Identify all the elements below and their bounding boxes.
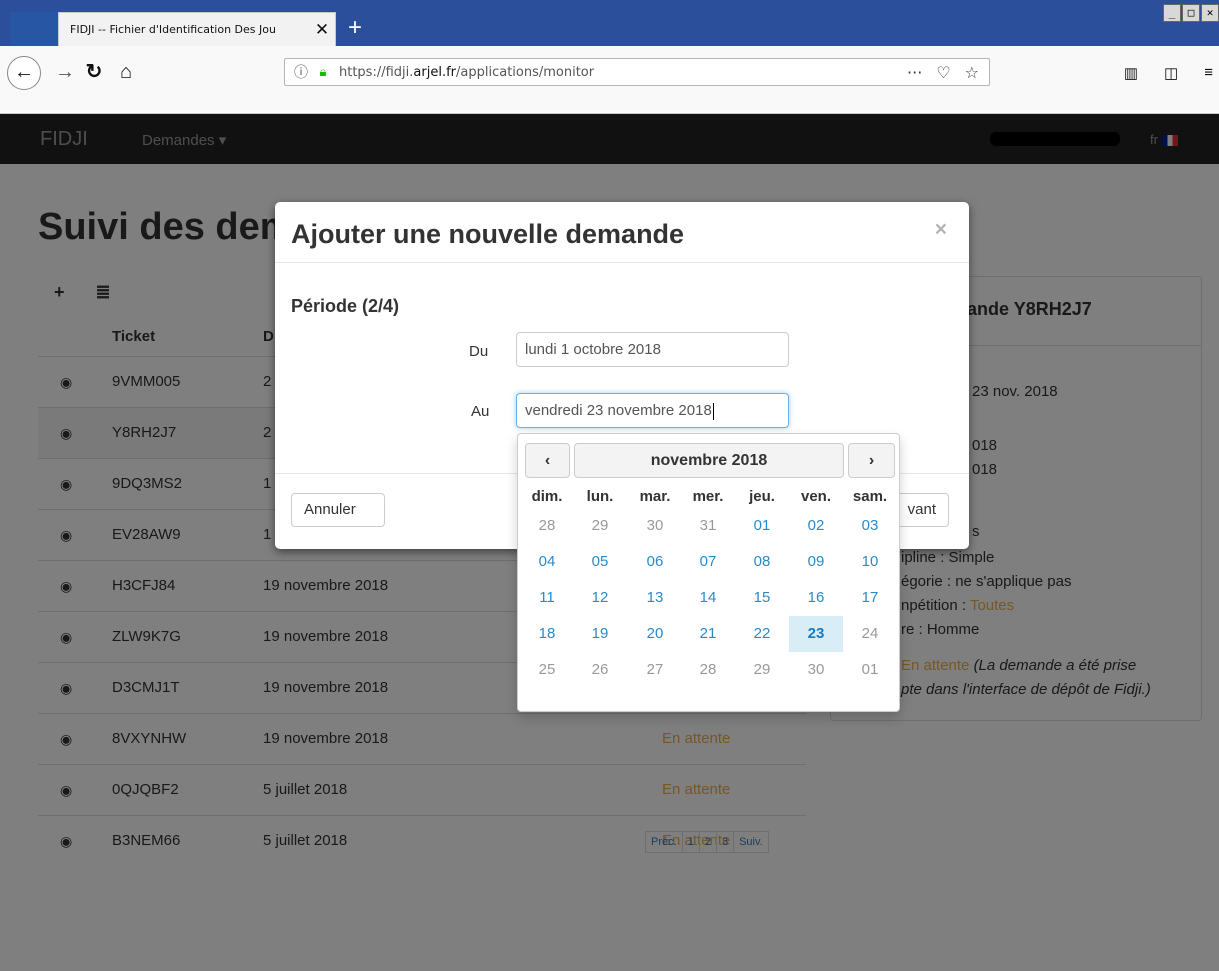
calendar-day[interactable]: 25 <box>520 652 574 688</box>
calendar-day[interactable]: 17 <box>843 580 897 616</box>
modal-title: Ajouter une nouvelle demande <box>291 219 685 249</box>
calendar-day[interactable]: 22 <box>735 616 789 652</box>
weekday-label: mar. <box>639 488 671 505</box>
calendar-grid: dim. lun. mar. mer. jeu. ven. sam. 28 29 30 31 01 02… <box>518 486 901 688</box>
url-bar[interactable]: ⓘ 🔒︎ https://fidji.arjel.fr/applications… <box>284 58 990 86</box>
back-icon[interactable]: ← <box>7 56 41 90</box>
info-icon[interactable]: ⓘ <box>289 62 313 82</box>
tab-title: FIDJI -- Fichier d'Identification Des Jo… <box>70 23 276 36</box>
calendar-day[interactable]: 09 <box>789 544 843 580</box>
calendar-day[interactable]: 02 <box>789 508 843 544</box>
forward-icon[interactable]: → <box>49 56 81 88</box>
url-prefix: https://fidji. <box>339 64 414 80</box>
calendar-day[interactable]: 04 <box>520 544 574 580</box>
calendar-day[interactable]: 16 <box>789 580 843 616</box>
calendar-week: 11 12 13 14 15 16 17 <box>518 580 901 616</box>
weekday-label: ven. <box>800 488 831 505</box>
calendar-week: 25 26 27 28 29 30 01 <box>518 652 901 688</box>
calendar-day[interactable]: 30 <box>628 508 682 544</box>
calendar-day[interactable]: 28 <box>681 652 735 688</box>
browser-toolbar: ← → ↻ ⌂ ⓘ 🔒︎ https://fidji.arjel.fr/appl… <box>0 46 1219 114</box>
datepicker: ‹ novembre 2018 › dim. lun. mar. mer. jeu. ve… <box>517 433 900 712</box>
step-title: Période (2/4) <box>291 296 400 316</box>
du-label: Du <box>469 343 489 360</box>
star-icon[interactable]: ☆ <box>965 63 979 82</box>
calendar-day[interactable]: 19 <box>573 616 627 652</box>
calendar-week: 04 05 06 07 08 09 10 <box>518 544 901 580</box>
window-controls: _ □ ✕ <box>1163 4 1219 22</box>
calendar-day[interactable]: 18 <box>520 616 574 652</box>
url-text[interactable]: https://fidji.arjel.fr/applications/moni… <box>333 65 907 80</box>
next-month-button[interactable]: › <box>848 443 895 478</box>
sidebar-icon[interactable]: ◫ <box>1164 64 1178 82</box>
calendar-day[interactable]: 08 <box>735 544 789 580</box>
calendar-day[interactable]: 01 <box>843 652 897 688</box>
minimize-button[interactable]: _ <box>1163 4 1181 22</box>
calendar-week: 28 29 30 31 01 02 03 <box>518 508 901 544</box>
browser-tab-bar: FIDJI -- Fichier d'Identification Des Jo… <box>0 0 1219 46</box>
weekday-label: mer. <box>692 488 724 505</box>
calendar-day[interactable]: 15 <box>735 580 789 616</box>
calendar-day[interactable]: 06 <box>628 544 682 580</box>
text-caret <box>712 402 714 420</box>
calendar-day[interactable]: 31 <box>681 508 735 544</box>
au-label: Au <box>471 403 490 420</box>
more-icon[interactable]: ··· <box>907 63 922 82</box>
calendar-day[interactable]: 10 <box>843 544 897 580</box>
calendar-day[interactable]: 14 <box>681 580 735 616</box>
menu-icon[interactable]: ≡ <box>1204 64 1213 82</box>
calendar-day[interactable]: 12 <box>573 580 627 616</box>
calendar-day[interactable]: 13 <box>628 580 682 616</box>
calendar-day[interactable]: 07 <box>681 544 735 580</box>
date-to-value: vendredi 23 novembre 2018 <box>525 402 712 419</box>
pocket-icon[interactable]: ♡ <box>936 63 950 82</box>
calendar-day[interactable]: 05 <box>573 544 627 580</box>
close-icon[interactable]: × <box>935 218 947 242</box>
date-to-input[interactable]: vendredi 23 novembre 2018 <box>516 393 789 428</box>
weekday-header: dim. lun. mar. mer. jeu. ven. sam. <box>518 486 901 508</box>
modal-header-divider <box>275 262 969 263</box>
library-icon[interactable]: ▥ <box>1124 64 1138 82</box>
home-icon[interactable]: ⌂ <box>110 56 142 88</box>
calendar-day[interactable]: 23 <box>789 616 843 652</box>
calendar-day[interactable]: 21 <box>681 616 735 652</box>
url-path: /applications/monitor <box>456 64 595 80</box>
calendar-day[interactable]: 01 <box>735 508 789 544</box>
calendar-day[interactable]: 30 <box>789 652 843 688</box>
weekday-label: dim. <box>531 488 563 505</box>
browser-tab[interactable]: FIDJI -- Fichier d'Identification Des Jo… <box>58 12 336 46</box>
calendar-day[interactable]: 29 <box>573 508 627 544</box>
reload-icon[interactable]: ↻ <box>78 56 110 88</box>
tab-close-icon[interactable]: ✕ <box>309 20 335 40</box>
new-tab-button[interactable]: + <box>348 14 362 42</box>
calendar-week: 18 19 20 21 22 23 24 <box>518 616 901 652</box>
calendar-day[interactable]: 24 <box>843 616 897 652</box>
weekday-label: lun. <box>586 488 614 505</box>
weekday-label: jeu. <box>749 488 775 505</box>
maximize-button[interactable]: □ <box>1182 4 1200 22</box>
month-switch-button[interactable]: novembre 2018 <box>574 443 844 478</box>
calendar-day[interactable]: 26 <box>573 652 627 688</box>
prev-month-button[interactable]: ‹ <box>525 443 570 478</box>
tab-stub[interactable] <box>10 12 58 46</box>
calendar-day[interactable]: 11 <box>520 580 574 616</box>
calendar-day[interactable]: 28 <box>520 508 574 544</box>
calendar-day[interactable]: 29 <box>735 652 789 688</box>
date-from-input[interactable]: lundi 1 octobre 2018 <box>516 332 789 367</box>
calendar-day[interactable]: 20 <box>628 616 682 652</box>
cancel-button[interactable]: Annuler <box>291 493 385 527</box>
calendar-day[interactable]: 27 <box>628 652 682 688</box>
url-domain: arjel.fr <box>413 64 456 80</box>
calendar-day[interactable]: 03 <box>843 508 897 544</box>
weekday-label: sam. <box>852 488 888 505</box>
lock-icon: 🔒︎ <box>319 64 327 80</box>
close-window-button[interactable]: ✕ <box>1201 4 1219 22</box>
